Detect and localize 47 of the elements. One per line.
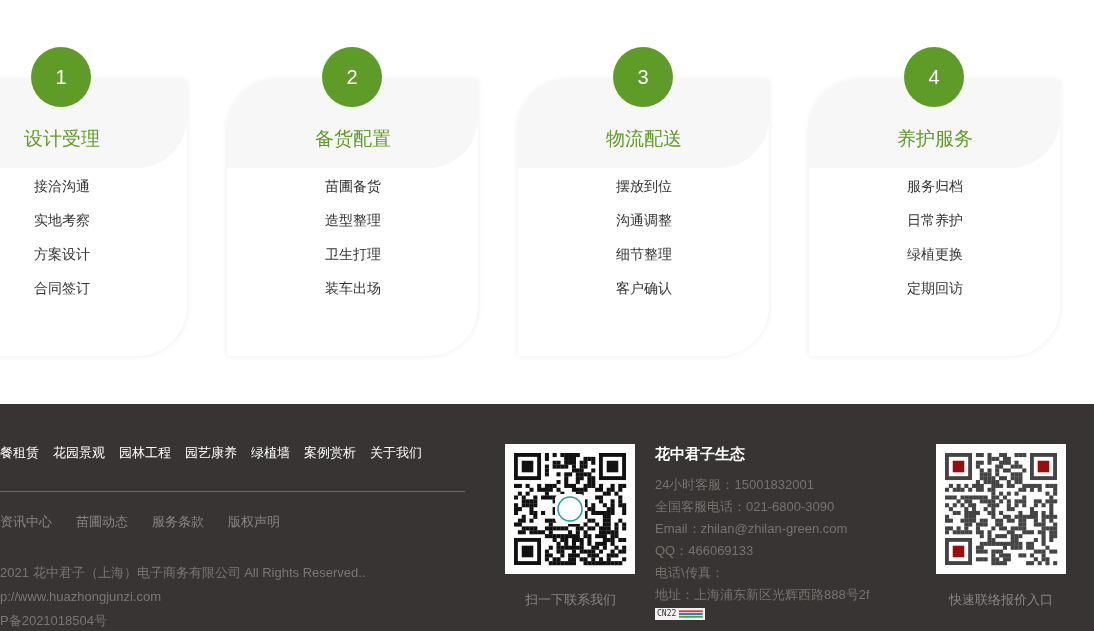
qr-caption: 快速联络报价入口 (949, 591, 1053, 609)
step-number: 3 (613, 47, 673, 107)
step-item: 苗圃备货 (324, 177, 381, 196)
footer-nav-link[interactable]: 园艺康养 (185, 444, 237, 462)
copyright-text: P备2021018504号 (0, 612, 108, 630)
step-item: 沟通调整 (615, 211, 672, 230)
step-item: 造型整理 (324, 211, 381, 230)
step-title: 养护服务 (896, 127, 973, 151)
footer-link[interactable]: 服务条款 (152, 513, 204, 531)
contact-info: 24小时客服：15001832001 (655, 476, 815, 494)
step-item: 绿植更换 (906, 245, 963, 264)
step-item: 方案设计 (33, 245, 90, 264)
contact-info: Email：zhilan@zhilan-green.com (655, 520, 849, 538)
stripes-icon (679, 610, 703, 618)
step-item: 合同签订 (33, 279, 90, 298)
company-name: 花中君子生态 (655, 445, 746, 464)
step-item: 摆放到位 (615, 177, 672, 196)
footer-nav-link[interactable]: 绿植墙 (251, 444, 290, 462)
step-title: 备货配置 (314, 127, 391, 151)
step-item: 定期回访 (906, 279, 963, 298)
contact-info: 地址：上海浦东新区光辉西路888号2f (655, 586, 871, 604)
contact-info: QQ：466069133 (655, 542, 755, 560)
footer-nav-link[interactable]: 餐租赁 (0, 444, 39, 462)
footer-link[interactable]: 苗圃动态 (76, 513, 128, 531)
step-item: 实地考察 (33, 211, 90, 230)
step-title: 物流配送 (605, 127, 682, 151)
step-item: 卫生打理 (324, 245, 381, 264)
step-item: 日常养护 (906, 211, 963, 230)
footer-nav-link[interactable]: 花园景观 (53, 444, 105, 462)
contact-info: 全国客服电话：021-6800-3090 (655, 498, 836, 516)
copyright-text: p://www.huazhongjunzi.com (0, 588, 163, 606)
step-item: 接洽沟通 (33, 177, 90, 196)
step-number: 2 (322, 47, 382, 107)
step-number: 1 (31, 47, 91, 107)
footer-link[interactable]: 版权声明 (228, 513, 280, 531)
footer-nav-link[interactable]: 园林工程 (119, 444, 171, 462)
step-item: 服务归档 (906, 177, 963, 196)
step-item: 细节整理 (615, 245, 672, 264)
step-item: 装车出场 (324, 279, 381, 298)
footer-nav-link[interactable]: 关于我们 (370, 444, 422, 462)
stats-badge[interactable]: CN22 (655, 608, 705, 620)
footer-nav-link[interactable]: 案例赏析 (304, 444, 356, 462)
footer-link[interactable]: 资讯中心 (0, 513, 52, 531)
contact-info: 电话\传真： (655, 564, 725, 582)
step-number: 4 (904, 47, 964, 107)
step-item: 客户确认 (615, 279, 672, 298)
step-title: 设计受理 (23, 127, 100, 151)
